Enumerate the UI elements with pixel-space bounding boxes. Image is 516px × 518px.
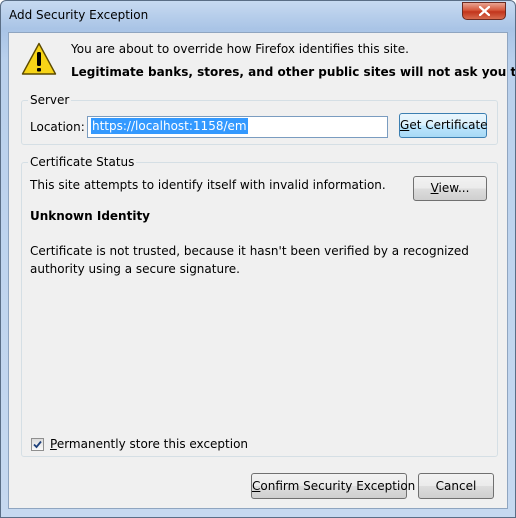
close-button[interactable] (462, 2, 506, 20)
permanent-store-access-key: P (50, 437, 57, 451)
warning-triangle-icon (21, 42, 57, 75)
server-group-label: Server (28, 93, 72, 107)
window-title: Add Security Exception (9, 8, 149, 22)
get-certificate-access-key: G (400, 118, 410, 132)
certificate-details: Certificate is not trusted, because it h… (30, 244, 469, 276)
permanent-store-text: ermanently store this exception (56, 437, 249, 451)
get-certificate-button[interactable]: Get Certificate (399, 113, 488, 138)
permanent-store-checkbox[interactable] (31, 438, 44, 451)
warning-text: Legitimate banks, stores, and other publ… (71, 65, 516, 79)
confirm-label: onfirm Security Exception (260, 479, 416, 493)
view-label: iew... (438, 181, 470, 195)
dialog-window: Add Security Exception You are about to … (0, 0, 516, 518)
confirm-security-exception-button[interactable]: Confirm Security Exception (251, 473, 415, 499)
intro-text: You are about to override how Firefox id… (71, 42, 409, 56)
cancel-button[interactable]: Cancel (418, 473, 494, 499)
permanent-store-label: Permanently store this exception (50, 437, 248, 451)
get-certificate-label: et Certificate (409, 118, 488, 132)
certificate-status-label: Certificate Status (28, 155, 137, 169)
checkmark-icon (33, 440, 42, 449)
title-bar[interactable]: Add Security Exception (1, 1, 515, 31)
dialog-content: You are about to override how Firefox id… (8, 32, 515, 509)
view-button[interactable]: View... (413, 176, 487, 201)
location-value: https://localhost:1158/em (91, 118, 248, 134)
certificate-status-group: Certificate Status This site attempts to… (21, 155, 498, 457)
location-label: Location: (30, 120, 85, 134)
view-access-key: V (430, 181, 439, 195)
identity-heading: Unknown Identity (30, 209, 151, 223)
status-summary: This site attempts to identify itself wi… (30, 178, 386, 192)
close-icon (479, 6, 490, 16)
server-group: Server Location: https://localhost:1158/… (21, 93, 498, 145)
location-input[interactable]: https://localhost:1158/em (87, 116, 388, 138)
